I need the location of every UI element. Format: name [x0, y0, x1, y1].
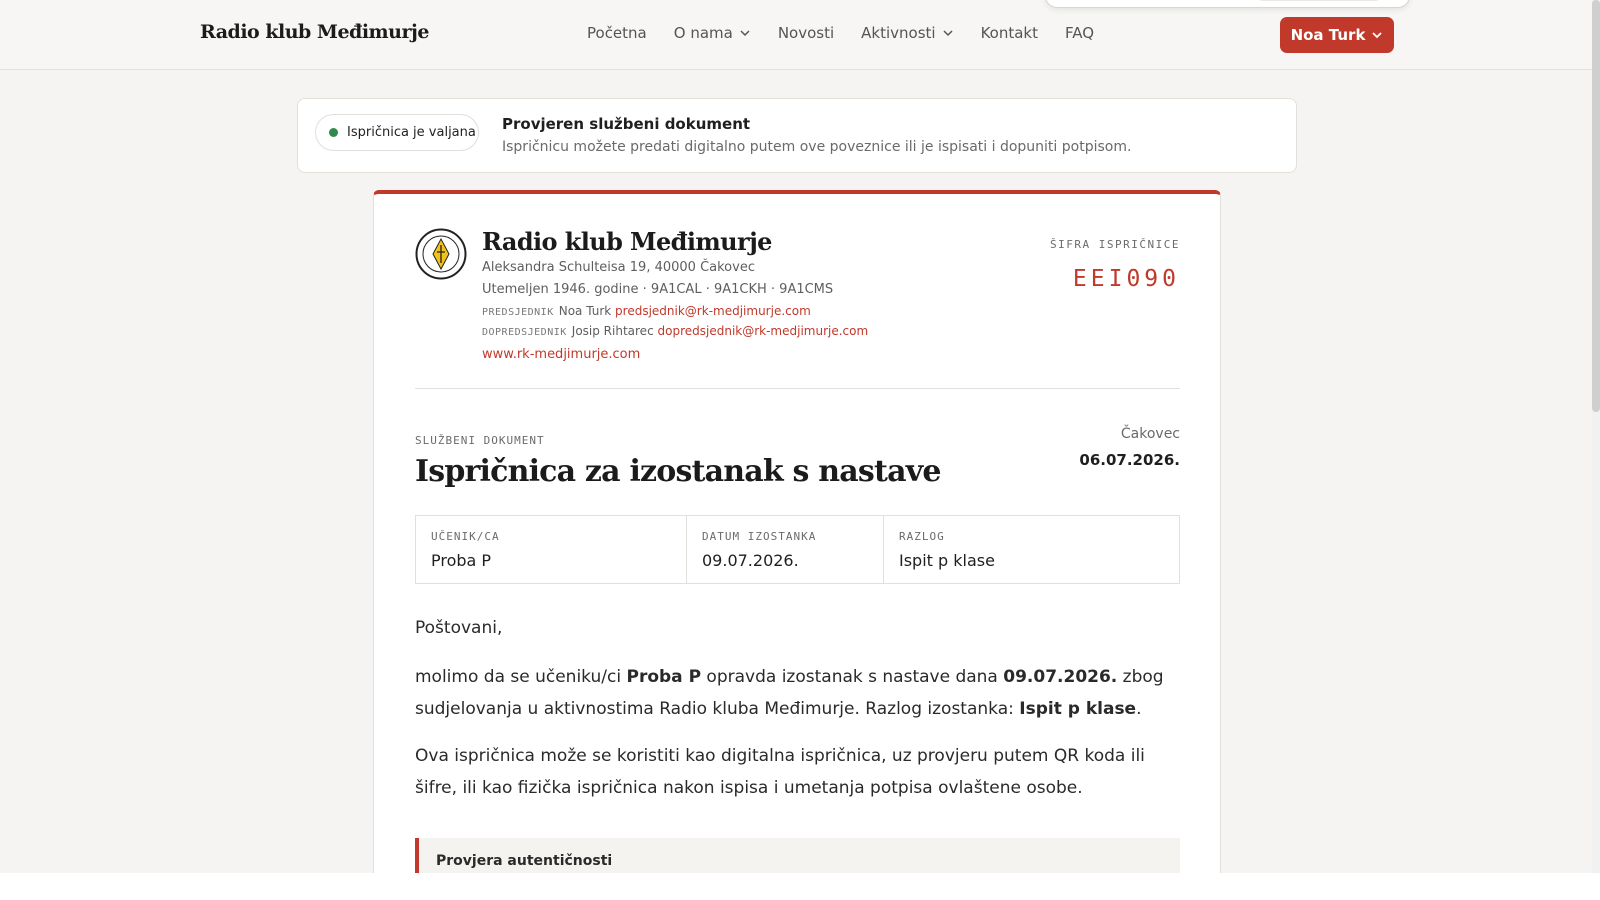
vice-president-line: DOPREDSJEDNIK Josip Rihtarec dopredsjedni…	[482, 324, 868, 338]
nav-item-faq[interactable]: FAQ	[1065, 24, 1094, 42]
body-paragraph-1: molimo da se učeniku/ci Proba P opravda …	[415, 661, 1185, 725]
nav-item-pocetna[interactable]: Početna	[587, 24, 647, 42]
document-date: 06.07.2026.	[1079, 451, 1180, 469]
status-title: Provjeren službeni dokument	[502, 115, 751, 133]
user-menu-button[interactable]: Noa Turk	[1280, 17, 1394, 53]
chevron-down-icon	[740, 30, 750, 37]
nav-item-novosti[interactable]: Novosti	[778, 24, 834, 42]
president-label: PREDSJEDNIK	[482, 307, 554, 318]
organization-address: Aleksandra Schulteisa 19, 40000 Čakovec	[482, 260, 755, 275]
para-date: 09.07.2026.	[1003, 667, 1118, 687]
authenticity-title: Provjera autentičnosti	[436, 853, 613, 869]
dropdown-panel-edge	[1045, 0, 1410, 8]
document-title: Ispričnica za izostanak s nastave	[415, 454, 941, 489]
para-student: Proba P	[626, 667, 702, 687]
chevron-down-icon	[943, 30, 953, 37]
brand-logo-text[interactable]: Radio klub Međimurje	[200, 21, 429, 43]
organization-founded: Utemeljen 1946. godine · 9A1CAL · 9A1CKH…	[482, 282, 834, 297]
absence-date-cell: DATUM IZOSTANKA 09.07.2026.	[687, 516, 884, 583]
code-label: ŠIFRA ISPRIČNICE	[1050, 238, 1180, 251]
nav-label: Kontakt	[980, 24, 1038, 42]
greeting: Poštovani,	[415, 618, 503, 638]
president-line: PREDSJEDNIK Noa Turk predsjednik@rk-medji…	[482, 304, 811, 318]
president-email-link[interactable]: predsjednik@rk-medjimurje.com	[615, 304, 811, 318]
body-paragraph-2: Ova ispričnica može se koristiti kao dig…	[415, 746, 1145, 798]
scrollbar-thumb[interactable]	[1592, 0, 1600, 412]
organization-name: Radio klub Međimurje	[482, 227, 772, 256]
vice-president-name: Josip Rihtarec	[571, 324, 654, 338]
para-reason: Ispit p klase	[1019, 699, 1137, 719]
validation-status-card: Ispričnica je valjana Provjeren službeni…	[297, 98, 1297, 173]
nav-item-aktivnosti[interactable]: Aktivnosti	[861, 24, 953, 42]
main-nav: Početna O nama Novosti Aktivnosti Kontak…	[587, 24, 1121, 42]
divider	[415, 388, 1180, 389]
details-table: UČENIK/CA Proba P DATUM IZOSTANKA 09.07.…	[415, 515, 1180, 584]
nav-label: FAQ	[1065, 24, 1095, 42]
cell-label: DATUM IZOSTANKA	[702, 530, 817, 543]
valid-dot-icon	[329, 128, 338, 137]
nav-label: Početna	[587, 24, 647, 42]
reason-cell: RAZLOG Ispit p klase	[884, 516, 1179, 583]
student-cell: UČENIK/CA Proba P	[416, 516, 687, 583]
nav-label: Aktivnosti	[861, 24, 936, 42]
viewport-bottom-edge	[0, 873, 1600, 900]
status-badge: Ispričnica je valjana	[315, 114, 479, 151]
nav-label: O nama	[673, 24, 733, 42]
user-name: Noa Turk	[1290, 26, 1366, 44]
para-text: molimo da se učeniku/ci	[415, 667, 627, 687]
excuse-document: Radio klub Međimurje Aleksandra Schultei…	[373, 190, 1221, 900]
vice-president-label: DOPREDSJEDNIK	[482, 327, 567, 338]
nav-item-o-nama[interactable]: O nama	[674, 24, 751, 42]
status-badge-label: Ispričnica je valjana	[347, 125, 476, 140]
status-subtitle: Ispričnicu možete predati digitalno pute…	[502, 139, 1132, 155]
cell-value: Ispit p klase	[899, 551, 995, 570]
vice-president-email-link[interactable]: dopredsjednik@rk-medjimurje.com	[658, 324, 869, 338]
top-navigation-bar: Radio klub Međimurje Početna O nama Novo…	[0, 0, 1592, 70]
nav-item-kontakt[interactable]: Kontakt	[981, 24, 1038, 42]
page-scrollbar[interactable]	[1592, 0, 1600, 900]
nav-label: Novosti	[777, 24, 835, 42]
cell-label: RAZLOG	[899, 530, 945, 543]
para-text: .	[1136, 699, 1142, 719]
president-name: Noa Turk	[558, 304, 612, 318]
club-emblem-icon	[415, 228, 467, 280]
cell-label: UČENIK/CA	[431, 530, 500, 543]
document-place: Čakovec	[1120, 426, 1180, 442]
document-kind: SLUŽBENI DOKUMENT	[415, 434, 545, 447]
code-value: EEI090	[1072, 266, 1180, 292]
cell-value: 09.07.2026.	[702, 551, 799, 570]
website-link[interactable]: www.rk-medjimurje.com	[482, 347, 640, 362]
chevron-down-icon	[1372, 32, 1383, 39]
para-text: opravda izostanak s nastave dana	[701, 667, 1004, 687]
cell-value: Proba P	[431, 551, 492, 570]
dropdown-item-edge	[1259, 0, 1379, 1]
